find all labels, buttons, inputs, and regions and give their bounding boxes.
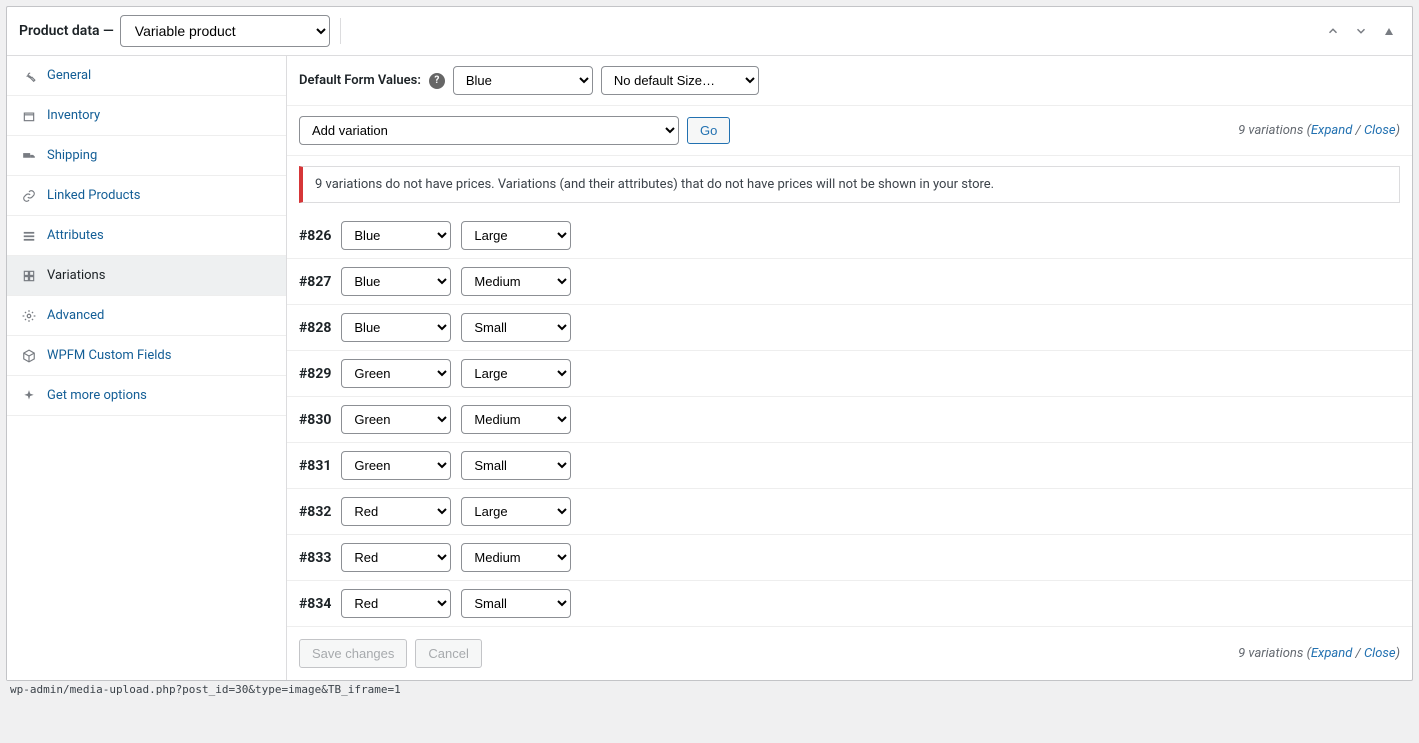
sidebar-item-linked-products[interactable]: Linked Products <box>7 176 286 216</box>
product-type-select[interactable]: Variable product <box>120 15 330 47</box>
sidebar-item-label: Attributes <box>47 228 104 243</box>
variation-size-select[interactable]: Small <box>461 313 571 342</box>
variation-color-select[interactable]: Green <box>341 451 451 480</box>
variation-row[interactable]: #829 Green Large <box>287 351 1412 397</box>
variation-row[interactable]: #832 Red Large <box>287 489 1412 535</box>
sidebar-item-label: Variations <box>47 268 105 283</box>
variation-count-bottom: 9 variations (Expand / Close) <box>1238 646 1400 661</box>
expand-all-link-bottom[interactable]: Expand <box>1311 646 1352 661</box>
box-icon <box>21 109 37 123</box>
variation-row[interactable]: #834 Red Small <box>287 581 1412 627</box>
product-data-tabs: General Inventory Shipping Linked Products A… <box>7 56 287 680</box>
default-form-values-row: Default Form Values: ? Blue No default S… <box>287 56 1412 106</box>
sidebar-item-variations[interactable]: Variations <box>7 256 286 296</box>
variation-action-toolbar: Add variation Go 9 variations (Expand / … <box>287 106 1412 156</box>
variation-row[interactable]: #826 Blue Large <box>287 213 1412 259</box>
panel-body: General Inventory Shipping Linked Products A… <box>7 56 1412 680</box>
variation-color-select[interactable]: Red <box>341 589 451 618</box>
variation-id: #833 <box>299 550 331 566</box>
header-separator <box>340 18 341 44</box>
variation-size-select[interactable]: Medium <box>461 405 571 434</box>
variations-list: #826 Blue Large #827 Blue Medium #828 Blue Small… <box>287 213 1412 627</box>
variation-id: #826 <box>299 228 331 244</box>
default-size-select[interactable]: No default Size… <box>601 66 759 95</box>
variation-row[interactable]: #831 Green Small <box>287 443 1412 489</box>
variation-size-select[interactable]: Medium <box>461 543 571 572</box>
variation-size-select[interactable]: Medium <box>461 267 571 296</box>
variation-row[interactable]: #828 Blue Small <box>287 305 1412 351</box>
close-all-link-bottom[interactable]: Close <box>1364 646 1396 661</box>
expand-all-link[interactable]: Expand <box>1311 123 1352 138</box>
variation-id: #829 <box>299 366 331 382</box>
variation-color-select[interactable]: Blue <box>341 267 451 296</box>
variation-id: #830 <box>299 412 331 428</box>
sidebar-item-label: General <box>47 68 91 83</box>
default-form-values-label: Default Form Values: <box>299 73 421 88</box>
grid-icon <box>21 269 37 283</box>
sidebar-item-inventory[interactable]: Inventory <box>7 96 286 136</box>
variation-color-select[interactable]: Blue <box>341 313 451 342</box>
cube-icon <box>21 349 37 363</box>
sidebar-item-attributes[interactable]: Attributes <box>7 216 286 256</box>
sidebar-item-wpfm-custom-fields[interactable]: WPFM Custom Fields <box>7 336 286 376</box>
product-data-panel: Product data — Variable product General I… <box>6 6 1413 681</box>
variations-footer: Save changes Cancel 9 variations (Expand… <box>287 627 1412 680</box>
sidebar-item-advanced[interactable]: Advanced <box>7 296 286 336</box>
variation-color-select[interactable]: Red <box>341 543 451 572</box>
panel-header-controls <box>1322 20 1400 42</box>
close-all-link[interactable]: Close <box>1364 123 1396 138</box>
sidebar-item-label: Linked Products <box>47 188 140 203</box>
panel-header: Product data — Variable product <box>7 7 1412 56</box>
default-color-select[interactable]: Blue <box>453 66 593 95</box>
variation-action-select[interactable]: Add variation <box>299 116 679 145</box>
variation-count-top: 9 variations (Expand / Close) <box>1238 123 1400 138</box>
variation-size-select[interactable]: Small <box>461 589 571 618</box>
panel-title-dash: — <box>103 23 114 39</box>
variations-panel: Default Form Values: ? Blue No default S… <box>287 56 1412 680</box>
sidebar-item-get-more-options[interactable]: Get more options <box>7 376 286 416</box>
sidebar-item-general[interactable]: General <box>7 56 286 96</box>
sidebar-item-label: Shipping <box>47 148 97 163</box>
sidebar-item-label: Advanced <box>47 308 104 323</box>
variation-id: #834 <box>299 596 331 612</box>
browser-status-bar: wp-admin/media-upload.php?post_id=30&typ… <box>6 681 1413 696</box>
variation-id: #827 <box>299 274 331 290</box>
sidebar-item-shipping[interactable]: Shipping <box>7 136 286 176</box>
gear-icon <box>21 309 37 323</box>
price-warning-notice: 9 variations do not have prices. Variati… <box>299 166 1400 203</box>
panel-title-text: Product data <box>19 23 100 39</box>
wrench-icon <box>21 69 37 83</box>
variation-id: #832 <box>299 504 331 520</box>
variation-id: #831 <box>299 458 331 474</box>
cancel-button[interactable]: Cancel <box>415 639 481 668</box>
variation-row[interactable]: #827 Blue Medium <box>287 259 1412 305</box>
variation-color-select[interactable]: Green <box>341 359 451 388</box>
variation-size-select[interactable]: Large <box>461 497 571 526</box>
truck-icon <box>21 149 37 163</box>
help-icon[interactable]: ? <box>429 73 445 89</box>
variation-color-select[interactable]: Red <box>341 497 451 526</box>
move-down-icon[interactable] <box>1350 20 1372 42</box>
variation-color-select[interactable]: Green <box>341 405 451 434</box>
variation-id: #828 <box>299 320 331 336</box>
toggle-panel-icon[interactable] <box>1378 20 1400 42</box>
variation-size-select[interactable]: Large <box>461 221 571 250</box>
sidebar-item-label: WPFM Custom Fields <box>47 348 171 363</box>
variation-row[interactable]: #830 Green Medium <box>287 397 1412 443</box>
link-icon <box>21 189 37 203</box>
go-button[interactable]: Go <box>687 117 730 144</box>
list-icon <box>21 229 37 243</box>
variation-size-select[interactable]: Small <box>461 451 571 480</box>
save-changes-button[interactable]: Save changes <box>299 639 407 668</box>
move-up-icon[interactable] <box>1322 20 1344 42</box>
sidebar-item-label: Inventory <box>47 108 100 123</box>
variation-color-select[interactable]: Blue <box>341 221 451 250</box>
sparkle-icon <box>21 389 37 403</box>
panel-title: Product data — <box>19 23 114 39</box>
sidebar-item-label: Get more options <box>47 388 147 403</box>
variation-row[interactable]: #833 Red Medium <box>287 535 1412 581</box>
variation-size-select[interactable]: Large <box>461 359 571 388</box>
